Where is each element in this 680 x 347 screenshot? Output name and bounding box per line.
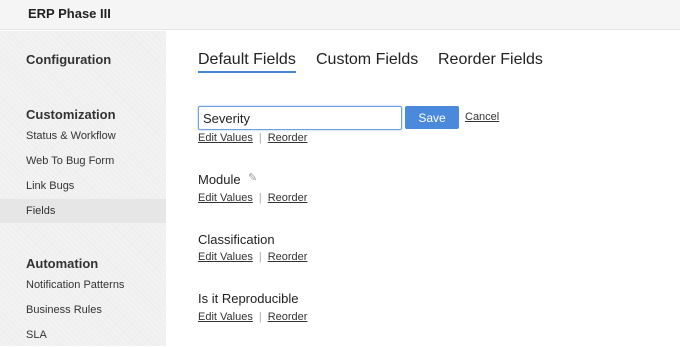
settings-sidebar: Configuration Customization Status & Wor… (0, 31, 166, 346)
sidebar-item-notification-patterns[interactable]: Notification Patterns (0, 273, 166, 297)
classification-actions: Edit Values | Reorder (198, 251, 307, 263)
save-button[interactable]: Save (405, 106, 459, 129)
reorder-link[interactable]: Reorder (268, 251, 308, 263)
link-separator: | (258, 132, 262, 144)
sidebar-section-customization: Customization (26, 107, 116, 122)
project-name[interactable]: ERP Phase III (28, 6, 111, 21)
sidebar-item-status-workflow[interactable]: Status & Workflow (0, 124, 166, 148)
sidebar-section-configuration[interactable]: Configuration (26, 52, 111, 67)
reorder-link[interactable]: Reorder (268, 132, 308, 144)
tab-custom-fields[interactable]: Custom Fields (316, 51, 418, 69)
field-name-module: Module (198, 172, 241, 187)
sidebar-item-fields[interactable]: Fields (0, 199, 166, 223)
link-separator: | (258, 251, 262, 263)
severity-actions: Edit Values | Reorder (198, 132, 307, 144)
edit-values-link[interactable]: Edit Values (198, 192, 253, 204)
field-name-input[interactable] (198, 106, 402, 130)
edit-values-link[interactable]: Edit Values (198, 311, 253, 323)
link-separator: | (258, 192, 262, 204)
sidebar-item-business-rules[interactable]: Business Rules (0, 298, 166, 322)
sidebar-item-link-bugs[interactable]: Link Bugs (0, 174, 166, 198)
edit-values-link[interactable]: Edit Values (198, 132, 253, 144)
link-separator: | (258, 311, 262, 323)
edit-values-link[interactable]: Edit Values (198, 251, 253, 263)
field-name-classification: Classification (198, 232, 275, 247)
reorder-link[interactable]: Reorder (268, 311, 308, 323)
tab-default-fields[interactable]: Default Fields (198, 51, 296, 73)
sidebar-item-web-to-bug-form[interactable]: Web To Bug Form (0, 149, 166, 173)
tab-reorder-fields[interactable]: Reorder Fields (438, 51, 543, 69)
sidebar-item-sla[interactable]: SLA (0, 323, 166, 347)
sidebar-section-automation: Automation (26, 256, 99, 271)
cancel-link[interactable]: Cancel (465, 111, 499, 123)
field-name-is-it-reproducible: Is it Reproducible (198, 291, 299, 306)
fields-panel: Default Fields Custom Fields Reorder Fie… (166, 31, 680, 346)
pencil-icon[interactable]: ✎ (248, 171, 257, 184)
top-bar: ERP Phase III (0, 0, 680, 30)
reorder-link[interactable]: Reorder (268, 192, 308, 204)
module-actions: Edit Values | Reorder (198, 192, 307, 204)
is-it-reproducible-actions: Edit Values | Reorder (198, 311, 307, 323)
